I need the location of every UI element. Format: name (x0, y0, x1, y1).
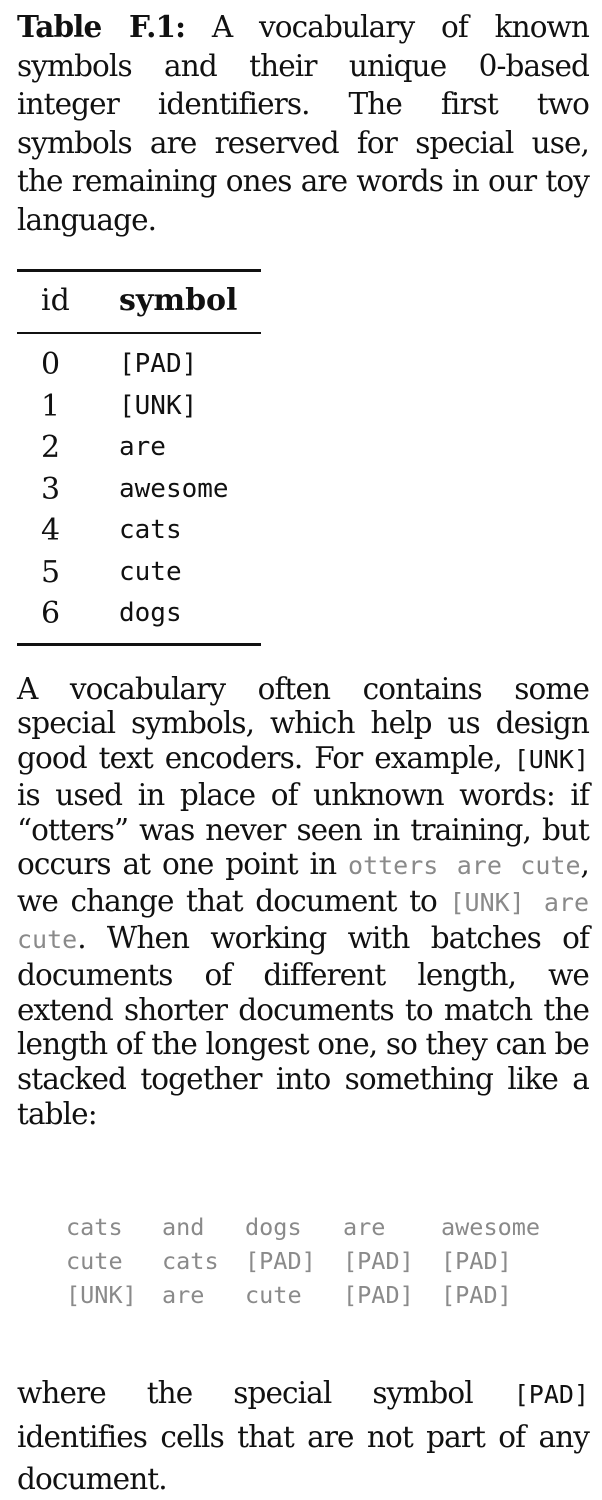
batch-cell: [PAD] (441, 1280, 512, 1309)
inline-code-unk: [UNK] (513, 745, 589, 775)
table-row: 5 cute (17, 552, 261, 594)
table-row: 6 dogs (17, 593, 261, 644)
body-paragraph: A vocabulary often contains some special… (17, 671, 590, 1132)
document-page: Table F.1: A vocabulary of known symbols… (17, 8, 590, 1500)
vocab-symbol-cell: cute (119, 556, 182, 587)
paragraph-text: identifies cells that are not part of an… (17, 1419, 590, 1496)
vocab-id-cell: 0 (41, 347, 61, 382)
padded-batch-grid: cats and dogs are awesome cute cats [PAD… (66, 1210, 564, 1312)
batch-cell: and (162, 1212, 205, 1241)
batch-cell: [PAD] (343, 1280, 414, 1309)
table-caption-label: Table F.1: (17, 9, 186, 44)
batch-row: cute cats [PAD] [PAD] [PAD] (66, 1244, 564, 1278)
vocab-id-cell: 3 (41, 471, 61, 507)
table-row: 0 [PAD] (17, 333, 261, 386)
batch-cell: cute (66, 1246, 123, 1275)
vocab-id-cell: 5 (41, 554, 61, 590)
closing-paragraph: where the special symbol [PAD] identifie… (17, 1372, 590, 1500)
vocab-id-cell: 6 (41, 596, 61, 631)
batch-cell: are (343, 1212, 386, 1241)
batch-cell: dogs (245, 1212, 302, 1241)
table-row: 2 are (17, 427, 261, 469)
table-row: 1 [UNK] (17, 386, 261, 428)
inline-code-example-original: otters are cute (348, 851, 581, 881)
vocabulary-table: id symbol 0 [PAD] 1 [UNK] 2 are 3 awesom… (17, 269, 261, 646)
vocab-id-cell: 2 (41, 430, 61, 465)
batch-cell: cute (245, 1280, 302, 1309)
paragraph-text: where the special symbol (17, 1375, 514, 1410)
batch-cell: [UNK] (66, 1280, 137, 1309)
table-row: 4 cats (17, 510, 261, 552)
vocab-symbol-cell: are (119, 432, 166, 462)
vocab-symbol-cell: dogs (119, 598, 182, 628)
inline-code-pad: [PAD] (513, 1379, 589, 1409)
paragraph-text: . When working with batches of documents… (17, 921, 590, 1132)
batch-row: [UNK] are cute [PAD] [PAD] (66, 1278, 564, 1312)
table-caption: Table F.1: A vocabulary of known symbols… (17, 8, 590, 239)
vocab-symbol-cell: awesome (119, 473, 229, 504)
vocabulary-table-header-row: id symbol (17, 270, 261, 333)
table-row: 3 awesome (17, 469, 261, 511)
paragraph-text: A vocabulary often contains some special… (17, 671, 590, 776)
vocab-id-cell: 1 (41, 388, 61, 424)
batch-cell: cats (162, 1246, 219, 1275)
vocab-symbol-cell: [PAD] (119, 349, 198, 379)
batch-row: cats and dogs are awesome (66, 1210, 564, 1244)
vocab-symbol-cell: [UNK] (119, 390, 198, 421)
batch-cell: [PAD] (343, 1246, 414, 1275)
batch-cell: [PAD] (441, 1246, 512, 1275)
header-symbol: symbol (119, 283, 238, 318)
vocab-id-cell: 4 (41, 513, 61, 548)
vocab-symbol-cell: cats (119, 515, 182, 545)
batch-cell: awesome (441, 1212, 541, 1241)
batch-cell: are (162, 1280, 205, 1309)
header-id: id (41, 283, 70, 318)
batch-cell: [PAD] (245, 1246, 316, 1275)
batch-cell: cats (66, 1212, 123, 1241)
